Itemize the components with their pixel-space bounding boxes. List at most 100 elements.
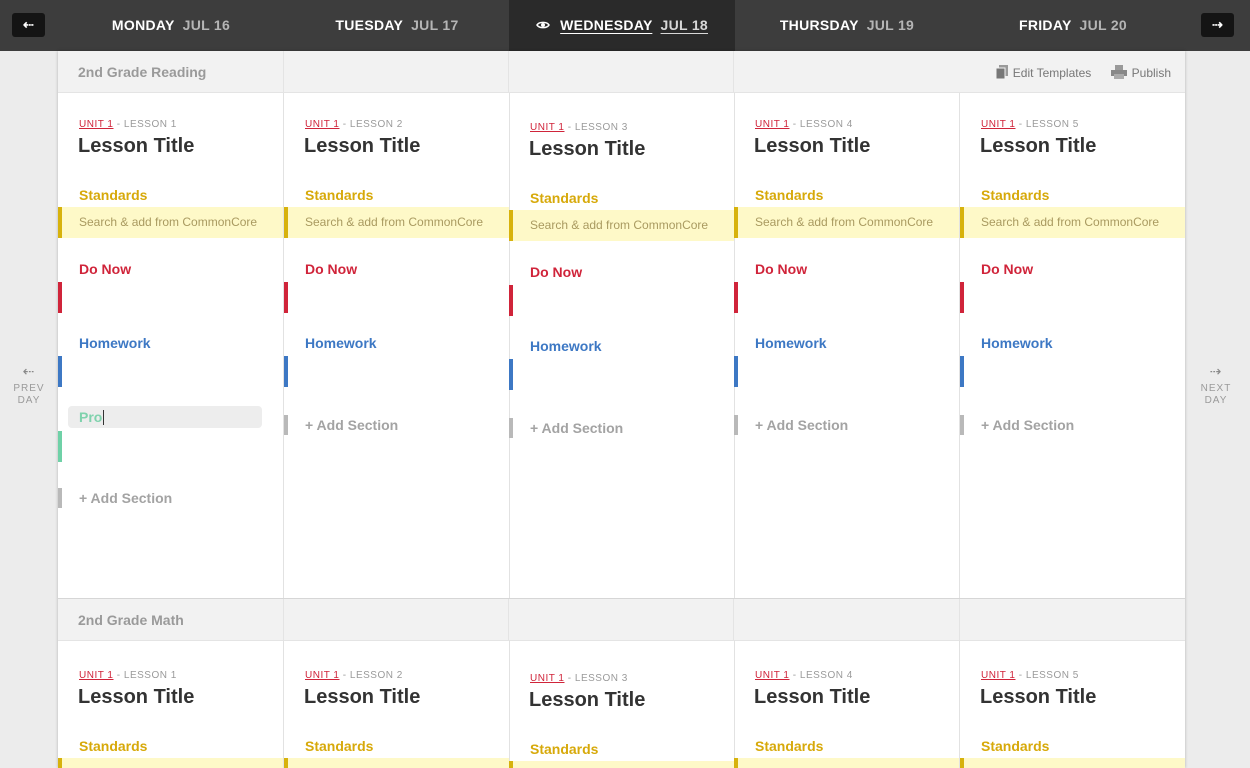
weekday-label: WEDNESDAY xyxy=(560,17,653,33)
standards-search-field[interactable] xyxy=(960,758,1185,768)
lesson-card-thursday: UNIT 1 - LESSON 4 Lesson Title Standards… xyxy=(734,93,960,598)
do-now-field[interactable] xyxy=(734,282,738,313)
unit-link[interactable]: UNIT 1 xyxy=(530,673,565,684)
unit-link[interactable]: UNIT 1 xyxy=(305,119,340,130)
standards-search-field[interactable]: Search & add from CommonCore xyxy=(509,210,734,241)
arrow-right-icon: ⇢ xyxy=(1209,363,1223,379)
unit-link[interactable]: UNIT 1 xyxy=(981,670,1016,681)
day-header-thursday[interactable]: THURSDAY JUL 19 xyxy=(734,0,960,51)
add-section-marker xyxy=(58,488,62,508)
lesson-title[interactable]: Lesson Title xyxy=(304,686,420,709)
lesson-title[interactable]: Lesson Title xyxy=(529,138,645,161)
lesson-number: - LESSON 2 xyxy=(342,119,403,130)
homework-label: Homework xyxy=(755,335,827,351)
standards-label: Standards xyxy=(530,190,599,206)
standards-label: Standards xyxy=(755,187,824,203)
prev-day-button[interactable]: ⇠ PREV DAY xyxy=(0,364,58,407)
printer-icon xyxy=(1110,65,1127,80)
homework-field[interactable] xyxy=(509,359,513,390)
standards-search-field[interactable] xyxy=(509,761,734,768)
lesson-title[interactable]: Lesson Title xyxy=(78,135,194,158)
homework-field[interactable] xyxy=(960,356,964,387)
standards-search-field[interactable]: Search & add from CommonCore xyxy=(284,207,509,238)
lesson-title[interactable]: Lesson Title xyxy=(78,686,194,709)
add-section-marker xyxy=(734,415,738,435)
unit-lesson-label: UNIT 1 - LESSON 1 xyxy=(79,119,177,130)
lesson-title[interactable]: Lesson Title xyxy=(980,686,1096,709)
add-section-button[interactable]: + Add Section xyxy=(305,417,398,433)
unit-link[interactable]: UNIT 1 xyxy=(305,670,340,681)
homework-field[interactable] xyxy=(734,356,738,387)
add-section-button[interactable]: + Add Section xyxy=(530,420,623,436)
weekday-label: TUESDAY xyxy=(335,17,403,33)
day-header-friday[interactable]: FRIDAY JUL 20 xyxy=(960,0,1186,51)
lesson-number: - LESSON 1 xyxy=(116,670,177,681)
day-header-monday[interactable]: MONDAY JUL 16 xyxy=(58,0,284,51)
edit-templates-button[interactable]: Edit Templates xyxy=(995,65,1091,80)
unit-link[interactable]: UNIT 1 xyxy=(79,670,114,681)
day-header-wednesday[interactable]: WEDNESDAY JUL 18 xyxy=(509,0,735,51)
class-header-math: 2nd Grade Math xyxy=(58,599,1185,641)
lesson-card-thursday: UNIT 1 - LESSON 4 Lesson Title Standards xyxy=(734,640,960,768)
weekday-label: FRIDAY xyxy=(1018,17,1072,33)
standards-search-field[interactable] xyxy=(284,758,509,768)
do-now-field[interactable] xyxy=(960,282,964,313)
next-week-button[interactable]: ⇢ xyxy=(1201,13,1234,37)
add-section-marker xyxy=(284,415,288,435)
add-section-button[interactable]: + Add Section xyxy=(79,490,172,506)
lesson-number: - LESSON 1 xyxy=(116,119,177,130)
weekday-label: THURSDAY xyxy=(779,17,859,33)
lesson-title[interactable]: Lesson Title xyxy=(754,135,870,158)
homework-field[interactable] xyxy=(58,356,62,387)
class-header-reading: 2nd Grade Reading Edit Templates Publish xyxy=(58,51,1185,93)
unit-link[interactable]: UNIT 1 xyxy=(755,119,790,130)
add-section-marker xyxy=(960,415,964,435)
homework-field[interactable] xyxy=(284,356,288,387)
standards-label: Standards xyxy=(305,187,374,203)
add-section-button[interactable]: + Add Section xyxy=(755,417,848,433)
unit-link[interactable]: UNIT 1 xyxy=(79,119,114,130)
date-label: JUL 17 xyxy=(411,17,459,33)
lesson-title[interactable]: Lesson Title xyxy=(304,135,420,158)
standards-label: Standards xyxy=(79,187,148,203)
date-label: JUL 19 xyxy=(866,17,915,33)
prev-week-button[interactable]: ⇠ xyxy=(12,13,45,37)
unit-link[interactable]: UNIT 1 xyxy=(981,119,1016,130)
text-caret xyxy=(103,409,105,425)
unit-link[interactable]: UNIT 1 xyxy=(530,122,565,133)
standards-search-field[interactable]: Search & add from CommonCore xyxy=(734,207,959,238)
unit-link[interactable]: UNIT 1 xyxy=(755,670,790,681)
standards-search-field[interactable]: Search & add from CommonCore xyxy=(960,207,1185,238)
math-lessons-row: UNIT 1 - LESSON 1 Lesson Title Standards… xyxy=(58,640,1185,768)
standards-label: Standards xyxy=(981,187,1050,203)
lesson-title[interactable]: Lesson Title xyxy=(754,686,870,709)
standards-search-field[interactable]: Search & add from CommonCore xyxy=(58,207,283,238)
unit-lesson-label: UNIT 1 - LESSON 2 xyxy=(305,119,403,130)
class-name: 2nd Grade Reading xyxy=(78,64,207,80)
weekday-label: MONDAY xyxy=(111,17,175,33)
lesson-title[interactable]: Lesson Title xyxy=(529,689,645,712)
lesson-card-monday: UNIT 1 - LESSON 1 Lesson Title Standards xyxy=(58,640,284,768)
standards-search-field[interactable] xyxy=(734,758,959,768)
day-header-tuesday[interactable]: TUESDAY JUL 17 xyxy=(284,0,510,51)
do-now-label: Do Now xyxy=(530,264,583,280)
class-toolbar: Edit Templates Publish xyxy=(980,65,1171,80)
homework-label: Homework xyxy=(305,335,377,351)
publish-button[interactable]: Publish xyxy=(1110,65,1171,80)
new-section-field[interactable] xyxy=(58,431,62,462)
unit-lesson-label: UNIT 1 - LESSON 3 xyxy=(530,673,628,684)
standards-label: Standards xyxy=(530,741,599,757)
new-section-name-input[interactable]: Pro xyxy=(68,406,262,428)
do-now-field[interactable] xyxy=(509,285,513,316)
day-header-bar: ⇠ MONDAY JUL 16 TUESDAY JUL 17 WEDNESDAY… xyxy=(0,0,1250,51)
do-now-field[interactable] xyxy=(284,282,288,313)
next-day-button[interactable]: ⇢ NEXT DAY xyxy=(1187,363,1245,407)
lesson-title[interactable]: Lesson Title xyxy=(980,135,1096,158)
next-day-label-top: NEXT xyxy=(1200,383,1232,394)
double-arrow-left-icon: ⇠ xyxy=(23,17,34,32)
do-now-label: Do Now xyxy=(305,261,358,277)
standards-search-field[interactable] xyxy=(58,758,283,768)
lesson-card-tuesday: UNIT 1 - LESSON 2 Lesson Title Standards xyxy=(284,640,510,768)
add-section-button[interactable]: + Add Section xyxy=(981,417,1074,433)
do-now-field[interactable] xyxy=(58,282,62,313)
